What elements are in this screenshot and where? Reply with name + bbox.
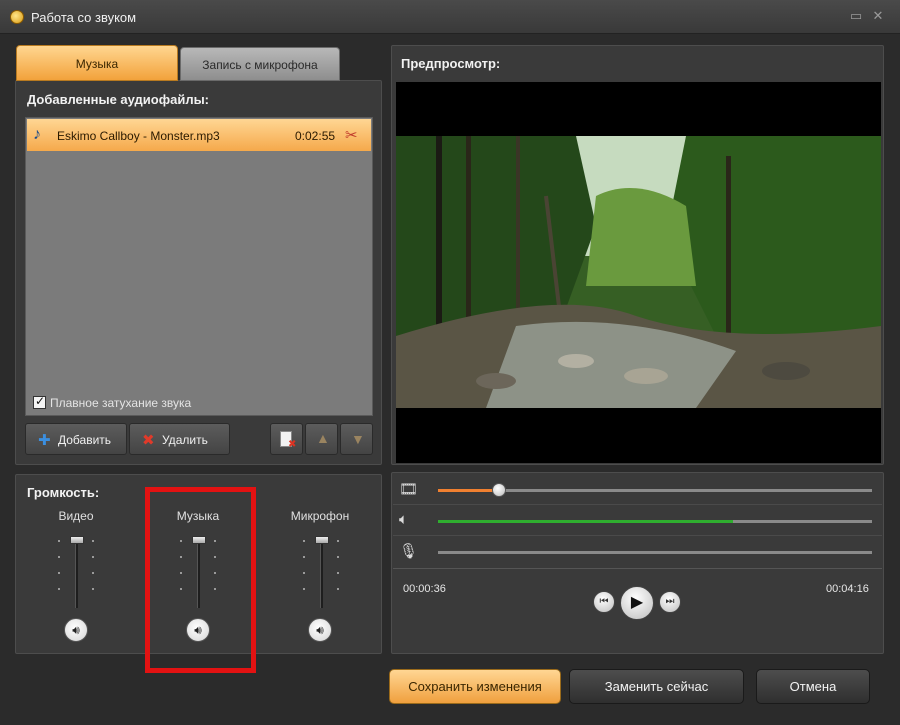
music-track-row: 🔈︎ bbox=[393, 505, 882, 536]
tick bbox=[337, 540, 339, 542]
tick bbox=[303, 588, 305, 590]
app-icon bbox=[10, 10, 24, 24]
list-item[interactable]: ♪ Eskimo Callboy - Monster.mp3 0:02:55 ✂ bbox=[27, 119, 371, 151]
fade-checkbox[interactable] bbox=[33, 394, 46, 409]
tick bbox=[58, 556, 60, 558]
preview-heading: Предпросмотр: bbox=[401, 56, 501, 71]
add-button-label: Добавить bbox=[58, 433, 112, 447]
highlight-box bbox=[145, 487, 256, 673]
skip-forward-icon: ⏭︎ bbox=[665, 596, 675, 607]
audio-files-heading: Добавленные аудиофайлы: bbox=[27, 92, 210, 107]
position-thumb[interactable] bbox=[491, 483, 506, 497]
tab-music[interactable]: Музыка bbox=[16, 45, 178, 81]
divider bbox=[393, 568, 882, 569]
volume-heading: Громкость: bbox=[27, 485, 100, 500]
add-button[interactable]: ✚ Добавить bbox=[25, 423, 127, 455]
tick bbox=[92, 572, 94, 574]
tab-microphone-record[interactable]: Запись с микрофона bbox=[180, 47, 340, 81]
tick bbox=[337, 556, 339, 558]
save-changes-button[interactable]: Сохранить изменения bbox=[389, 669, 561, 704]
fade-checkbox-label: Плавное затухание звука bbox=[50, 396, 192, 410]
tick bbox=[92, 540, 94, 542]
speaker-icon: 🔈︎ bbox=[399, 511, 409, 528]
mic-track-row: 🎙︎ bbox=[393, 536, 882, 567]
plus-icon: ✚ bbox=[38, 432, 51, 449]
microphone-icon: 🎙︎ bbox=[399, 543, 419, 560]
close-icon[interactable]: ✕ bbox=[870, 8, 886, 24]
maximize-icon[interactable]: ▭ bbox=[848, 8, 864, 24]
speaker-icon: 🔊︎ bbox=[316, 623, 324, 637]
file-name: Eskimo Callboy - Monster.mp3 bbox=[57, 129, 220, 143]
tick bbox=[58, 572, 60, 574]
mic-mute-button[interactable]: 🔊︎ bbox=[308, 618, 332, 642]
play-icon: ▶ bbox=[630, 594, 644, 611]
total-time: 00:04:16 bbox=[826, 583, 869, 595]
cancel-button[interactable]: Отмена bbox=[756, 669, 870, 704]
arrow-down-icon: ▼ bbox=[351, 431, 365, 447]
mic-volume-thumb[interactable] bbox=[315, 536, 329, 544]
music-track-fill bbox=[438, 520, 734, 523]
scissors-icon[interactable]: ✂ bbox=[345, 126, 358, 144]
speaker-icon: 🔊︎ bbox=[72, 623, 80, 637]
play-button[interactable]: ▶ bbox=[620, 586, 654, 620]
tick bbox=[303, 540, 305, 542]
tick bbox=[337, 572, 339, 574]
mic-track-bar[interactable] bbox=[438, 551, 872, 554]
music-track-bar[interactable] bbox=[438, 520, 872, 523]
video-position-slider[interactable] bbox=[438, 483, 872, 497]
video-position-row: 🎞︎ bbox=[393, 474, 882, 505]
move-down-button[interactable]: ▼ bbox=[340, 423, 373, 455]
red-x-icon: ✖ bbox=[288, 439, 297, 450]
x-icon: ✖ bbox=[142, 432, 155, 449]
audio-file-list[interactable]: ♪ Eskimo Callboy - Monster.mp3 0:02:55 ✂ bbox=[25, 117, 373, 416]
film-strip-icon: 🎞︎ bbox=[399, 481, 419, 498]
tick bbox=[58, 540, 60, 542]
previous-button[interactable]: ⏮︎ bbox=[593, 591, 615, 613]
tick bbox=[303, 572, 305, 574]
tick bbox=[58, 588, 60, 590]
remove-file-button[interactable]: ✖ bbox=[270, 423, 303, 455]
forest-video-frame bbox=[396, 136, 881, 408]
file-duration: 0:02:55 bbox=[295, 129, 336, 143]
title-bar: Работа со звуком ▭ ✕ bbox=[0, 0, 900, 34]
volume-video-label: Видео bbox=[58, 509, 94, 523]
window-title: Работа со звуком bbox=[31, 10, 137, 25]
video-volume-slider[interactable] bbox=[75, 536, 78, 608]
video-preview bbox=[396, 82, 881, 463]
music-note-icon: ♪ bbox=[33, 126, 41, 143]
arrow-up-icon: ▲ bbox=[316, 430, 330, 446]
video-volume-thumb[interactable] bbox=[70, 536, 84, 544]
tick bbox=[92, 588, 94, 590]
move-up-button[interactable]: ▲ bbox=[305, 423, 338, 455]
tick bbox=[337, 588, 339, 590]
current-time: 00:00:36 bbox=[403, 583, 446, 595]
forest-scene-image bbox=[396, 136, 881, 408]
next-button[interactable]: ⏭︎ bbox=[659, 591, 681, 613]
delete-button[interactable]: ✖ Удалить bbox=[129, 423, 230, 455]
replace-now-button[interactable]: Заменить сейчас bbox=[569, 669, 744, 704]
mic-volume-slider[interactable] bbox=[320, 536, 323, 608]
video-mute-button[interactable]: 🔊︎ bbox=[64, 618, 88, 642]
tick bbox=[92, 556, 94, 558]
delete-button-label: Удалить bbox=[162, 433, 208, 447]
volume-mic-label: Микрофон bbox=[290, 509, 350, 523]
position-fill bbox=[438, 489, 499, 492]
tick bbox=[303, 556, 305, 558]
skip-back-icon: ⏮︎ bbox=[599, 596, 609, 607]
